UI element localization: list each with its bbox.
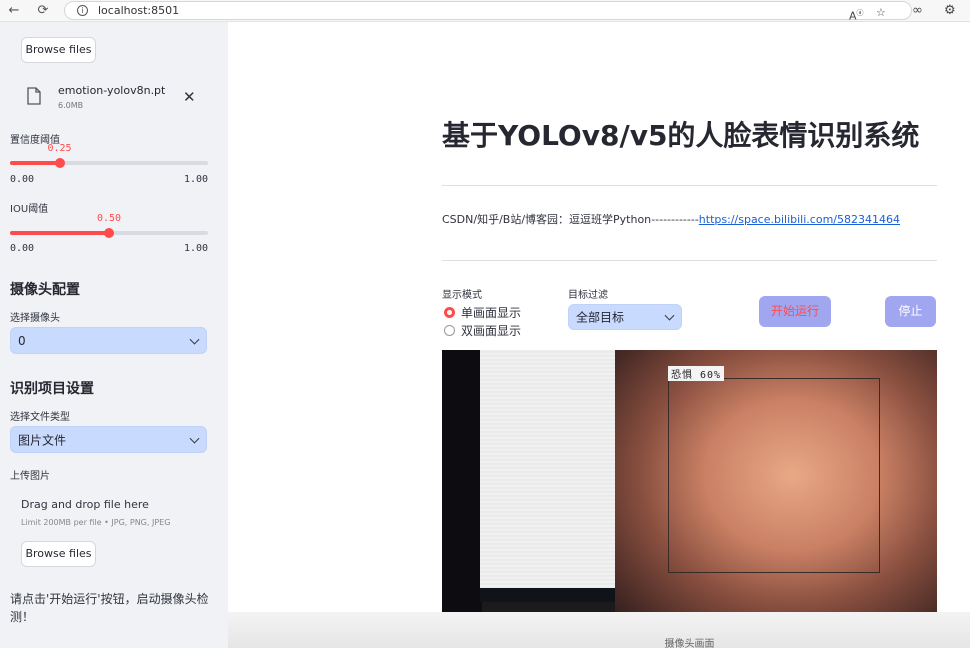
chevron-down-icon — [189, 334, 200, 345]
iou-slider-fill — [10, 231, 109, 235]
address-url: localhost:8501 — [98, 4, 180, 17]
extensions-infinity-icon[interactable]: ∞ — [912, 1, 923, 21]
file-type-select-value: 图片文件 — [18, 433, 67, 447]
iou-slider[interactable]: 0.50 — [10, 213, 208, 238]
favorite-star-icon[interactable]: ☆ — [876, 3, 886, 23]
confidence-min: 0.00 — [10, 174, 35, 185]
upload-browse-files-button[interactable]: Browse files — [21, 541, 96, 567]
puzzle-icon[interactable]: ⚙ — [944, 1, 956, 21]
credits-text: CSDN/知乎/B站/博客园：逗逗班学Python------------ — [442, 213, 699, 226]
confidence-max: 1.00 — [184, 174, 209, 185]
info-icon[interactable]: i — [77, 5, 88, 16]
radio-dual-view[interactable] — [444, 325, 455, 336]
iou-slider-thumb[interactable] — [104, 228, 114, 238]
dropzone-limit: Limit 200MB per file • JPG, PNG, JPEG — [21, 518, 171, 527]
camera-select-value: 0 — [18, 333, 26, 348]
detection-label: 恐惧 60% — [668, 366, 725, 381]
confidence-slider[interactable]: 0.25 — [10, 143, 208, 168]
iou-label: IOU阈值 — [10, 204, 49, 215]
read-aloud-icon[interactable]: Aⓐ — [849, 3, 864, 23]
remove-file-close-icon[interactable]: ✕ — [183, 88, 196, 106]
project-settings-header: 识别项目设置 — [10, 381, 94, 397]
page-title: 基于YOLOv8/v5的人脸表情识别系统 — [442, 119, 920, 152]
camera-config-header: 摄像头配置 — [10, 282, 80, 298]
file-type-label: 选择文件类型 — [10, 412, 70, 423]
filter-label: 目标过滤 — [568, 290, 608, 301]
radio-dual-view-label[interactable]: 双画面显示 — [461, 322, 521, 339]
radio-single-view[interactable] — [444, 307, 455, 318]
start-button[interactable]: 开始运行 — [759, 296, 831, 327]
divider — [442, 185, 937, 186]
file-icon — [27, 87, 41, 105]
back-arrow-icon[interactable]: ← — [4, 1, 24, 21]
camera-taskbar-region — [480, 588, 615, 602]
model-file-size: 6.0MB — [58, 101, 84, 110]
radio-single-view-label[interactable]: 单画面显示 — [461, 304, 521, 321]
credits-line: CSDN/知乎/B站/博客园：逗逗班学Python------------htt… — [442, 211, 900, 227]
camera-background — [442, 350, 482, 628]
confidence-slider-fill — [10, 161, 60, 165]
camera-monitor-region — [480, 350, 615, 590]
iou-min: 0.00 — [10, 243, 35, 254]
divider — [442, 260, 937, 261]
target-filter-value: 全部目标 — [576, 310, 625, 325]
model-browse-files-button[interactable]: Browse files — [21, 37, 96, 63]
bilibili-link[interactable]: https://space.bilibili.com/582341464 — [699, 213, 900, 226]
camera-select[interactable]: 0 — [10, 327, 207, 354]
dropzone-text[interactable]: Drag and drop file here — [21, 498, 149, 511]
stop-button[interactable]: 停止 — [885, 296, 936, 327]
start-hint-text: 请点击'开始运行'按钮，启动摄像头检测！ — [10, 592, 209, 624]
file-type-select[interactable]: 图片文件 — [10, 426, 207, 453]
confidence-slider-thumb[interactable] — [54, 158, 65, 168]
iou-value: 0.50 — [96, 213, 122, 224]
camera-select-label: 选择摄像头 — [10, 313, 60, 324]
iou-max: 1.00 — [184, 243, 209, 254]
display-mode-label: 显示模式 — [442, 290, 482, 301]
detection-box — [668, 378, 880, 573]
confidence-value: 0.25 — [47, 143, 72, 154]
camera-frame: 恐惧 60% — [442, 350, 937, 628]
chevron-down-icon — [189, 433, 200, 444]
target-filter-select[interactable]: 全部目标 — [568, 304, 682, 330]
address-bar[interactable]: i localhost:8501 Aⓐ ☆ — [64, 1, 912, 23]
refresh-icon[interactable]: ⟳ — [33, 1, 53, 21]
browser-toolbar: ← ⟳ i localhost:8501 Aⓐ ☆ ∞ ⚙ — [0, 0, 970, 23]
upload-label: 上传图片 — [10, 471, 50, 482]
chevron-down-icon — [664, 310, 675, 321]
model-file-name: emotion-yolov8n.pt — [58, 84, 166, 97]
